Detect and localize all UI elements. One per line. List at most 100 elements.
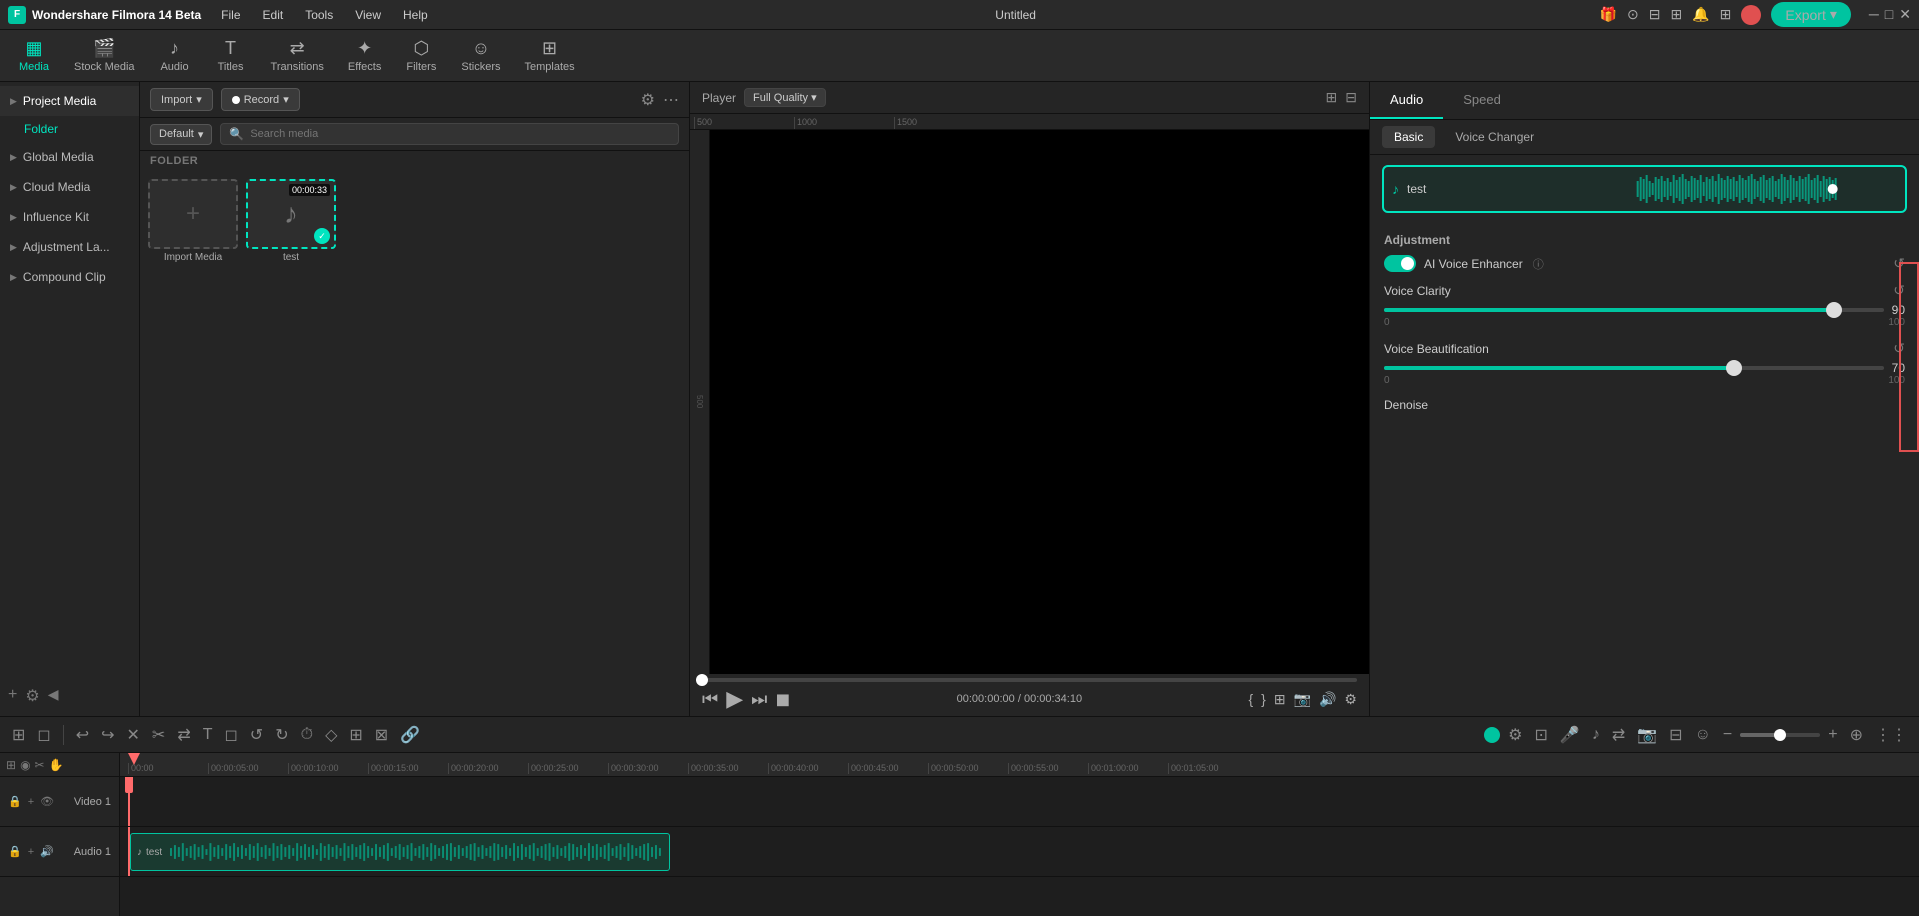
maximize-button[interactable]: □	[1885, 6, 1893, 23]
record-button[interactable]: Record ▾	[221, 88, 300, 111]
out-point-icon[interactable]: }	[1261, 691, 1266, 708]
tl-crop[interactable]: ◻	[221, 723, 242, 747]
forward-button[interactable]: ⏭	[751, 689, 767, 710]
reset-voice-beautification-icon[interactable]: ↺	[1893, 340, 1905, 357]
rewind-button[interactable]: ⏮	[702, 689, 718, 710]
sidebar-item-adjustment-layer[interactable]: ▶ Adjustment La...	[0, 232, 139, 262]
circle-icon[interactable]: ⊙	[1627, 6, 1639, 23]
audio1-lock-icon[interactable]: 🔒	[8, 845, 22, 858]
tl-ungroup[interactable]: ⊠	[371, 723, 392, 747]
tl-magnet-icon[interactable]: ◉	[20, 758, 30, 772]
toolbar-media[interactable]: ▦ Media	[8, 34, 60, 77]
tl-emoji[interactable]: ☺	[1691, 724, 1715, 746]
tl-zoom-slider[interactable]	[1740, 733, 1820, 737]
audio1-add-icon[interactable]: +	[28, 846, 34, 858]
import-button[interactable]: Import ▾	[150, 88, 213, 111]
in-point-icon[interactable]: {	[1248, 691, 1253, 708]
tl-snap-icon[interactable]: ⊞	[6, 758, 16, 772]
toolbar-transitions[interactable]: ⇄ Transitions	[261, 34, 334, 77]
scrubber-handle[interactable]	[696, 674, 708, 686]
preview-scrubber[interactable]	[702, 678, 1357, 682]
toolbar-stickers[interactable]: ☺ Stickers	[451, 34, 510, 77]
stop-button[interactable]: ◼	[775, 689, 790, 710]
layout-icon[interactable]: ⊟	[1649, 6, 1661, 23]
minimize-button[interactable]: ─	[1869, 6, 1879, 23]
sidebar-item-global-media[interactable]: ▶ Global Media	[0, 142, 139, 172]
tl-stabilize[interactable]: ◇	[321, 723, 341, 747]
volume-icon[interactable]: 🔊	[1319, 691, 1336, 708]
add-folder-icon[interactable]: +	[8, 686, 17, 706]
tab-speed[interactable]: Speed	[1443, 82, 1521, 119]
sidebar-item-folder[interactable]: Folder	[0, 116, 139, 142]
toolbar-filters[interactable]: ⬡ Filters	[395, 34, 447, 77]
search-input[interactable]	[250, 128, 670, 140]
tl-zoom-in[interactable]: +	[1824, 724, 1841, 746]
tl-ripple-tool[interactable]: ◻	[33, 723, 54, 747]
tl-hand-icon[interactable]: ✋	[49, 758, 64, 772]
ai-voice-toggle[interactable]	[1384, 255, 1416, 272]
grid-icon[interactable]: ⊞	[1720, 6, 1732, 23]
clip-icon[interactable]: ⊞	[1274, 691, 1286, 708]
quality-select[interactable]: Full Quality ▾	[744, 88, 826, 107]
voice-clarity-thumb[interactable]	[1826, 302, 1842, 318]
tl-select-tool[interactable]: ⊞	[8, 723, 29, 747]
sidebar-item-influence-kit[interactable]: ▶ Influence Kit	[0, 202, 139, 232]
settings-btn[interactable]: ⚙	[1344, 691, 1357, 708]
tl-redo[interactable]: ↪	[97, 723, 118, 747]
tl-link[interactable]: 🔗	[396, 723, 424, 747]
video1-eye-icon[interactable]: 👁	[40, 795, 54, 808]
tl-audio[interactable]: ♪	[1588, 724, 1604, 746]
fullscreen-icon[interactable]: ⊟	[1345, 89, 1357, 106]
export-button[interactable]: Export ▾	[1771, 2, 1851, 27]
reset-voice-clarity-icon[interactable]: ↺	[1893, 282, 1905, 299]
sidebar-item-cloud-media[interactable]: ▶ Cloud Media	[0, 172, 139, 202]
tl-delete[interactable]: ✕	[123, 723, 144, 747]
tl-timer[interactable]: ⏱	[297, 724, 317, 746]
gift-icon[interactable]: 🎁	[1600, 6, 1617, 23]
filter-icon[interactable]: ⚙	[641, 90, 655, 110]
tl-settings2[interactable]: ⚙	[1504, 723, 1526, 747]
more-icon[interactable]: ⋯	[663, 90, 679, 110]
tl-keyframe[interactable]: ↻	[271, 723, 292, 747]
close-button[interactable]: ✕	[1899, 6, 1911, 23]
settings-icon[interactable]: ⚙	[25, 686, 39, 706]
collapse-icon[interactable]: ◀	[48, 686, 59, 706]
voice-clarity-slider[interactable]	[1384, 308, 1884, 312]
toolbar-stock-media[interactable]: 🎬 Stock Media	[64, 34, 145, 77]
menu-tools[interactable]: Tools	[301, 6, 337, 24]
toolbar-titles[interactable]: T Titles	[205, 34, 257, 77]
test-media-item[interactable]: 00:00:33 ♪ ✓ test	[246, 179, 336, 263]
tl-group[interactable]: ⊞	[345, 723, 366, 747]
tl-cut[interactable]: ✂	[148, 723, 169, 747]
audio-clip-test[interactable]: ♪ test	[130, 833, 670, 871]
video1-add-icon[interactable]: +	[28, 796, 34, 808]
audio1-eye-icon[interactable]: 🔊	[40, 845, 54, 858]
tl-record-dot[interactable]	[1484, 727, 1500, 743]
tab-audio[interactable]: Audio	[1370, 82, 1443, 119]
sidebar-item-compound-clip[interactable]: ▶ Compound Clip	[0, 262, 139, 292]
screenshot-icon[interactable]: ⊞	[1670, 6, 1682, 23]
tl-pip[interactable]: ⊟	[1665, 723, 1686, 747]
tl-transition[interactable]: ⇄	[1608, 723, 1629, 747]
play-button[interactable]: ▶	[726, 686, 743, 712]
sort-select[interactable]: Default ▾	[150, 124, 212, 145]
tl-shield[interactable]: ⊡	[1531, 723, 1552, 747]
voice-beautification-slider[interactable]	[1384, 366, 1884, 370]
tl-mic[interactable]: 🎤	[1556, 723, 1584, 747]
toolbar-templates[interactable]: ⊞ Templates	[514, 34, 584, 77]
menu-edit[interactable]: Edit	[259, 6, 288, 24]
sidebar-item-project-media[interactable]: ▶ Project Media	[0, 86, 139, 116]
tl-more[interactable]: ⋮⋮	[1871, 723, 1911, 747]
sub-tab-basic[interactable]: Basic	[1382, 126, 1435, 148]
toolbar-effects[interactable]: ✦ Effects	[338, 34, 391, 77]
screenshot-btn[interactable]: 📷	[1294, 691, 1311, 708]
help-icon[interactable]: ⓘ	[1533, 256, 1544, 272]
grid-view-icon[interactable]: ⊞	[1326, 89, 1338, 106]
bell-icon[interactable]: 🔔	[1692, 6, 1709, 23]
voice-beautification-thumb[interactable]	[1726, 360, 1742, 376]
tl-undo[interactable]: ↩	[72, 723, 93, 747]
menu-help[interactable]: Help	[399, 6, 432, 24]
tl-scissors-icon[interactable]: ✂	[35, 758, 45, 772]
tl-speed[interactable]: ↺	[246, 723, 267, 747]
avatar[interactable]	[1741, 5, 1761, 25]
